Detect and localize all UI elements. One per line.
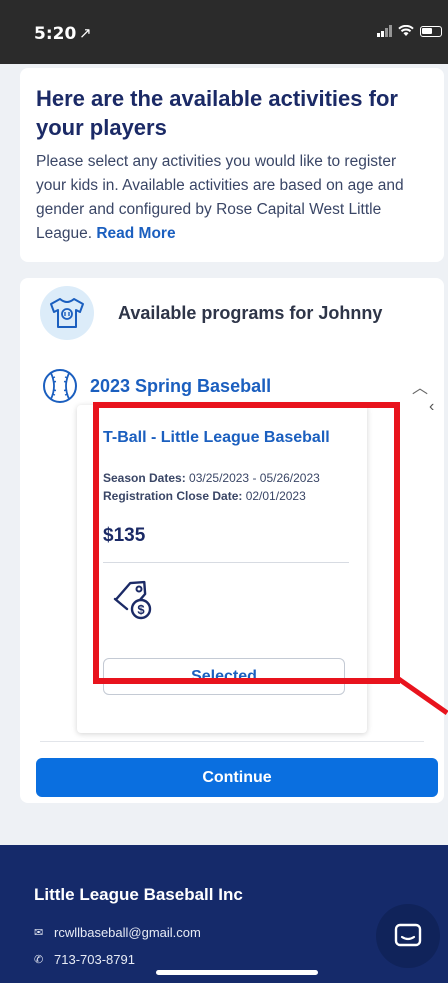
footer-email-row[interactable]: ✉ rcwllbaseball@gmail.com	[34, 925, 201, 940]
intro-text: Please select any activities you would l…	[36, 153, 404, 242]
shirt-icon	[40, 286, 94, 340]
price-tag-icon: $	[111, 577, 159, 626]
programs-heading: Available programs for Johnny	[118, 302, 383, 323]
page-title: Here are the available activities for yo…	[36, 86, 398, 140]
baseball-icon	[38, 368, 82, 404]
programs-card: Available programs for Johnny 2023 Sprin…	[20, 278, 444, 803]
activity-price: $135	[103, 525, 146, 546]
phone-icon: ✆	[34, 954, 44, 966]
status-time: 5:20	[34, 24, 77, 44]
chat-button[interactable]	[376, 904, 440, 968]
activity-title: T-Ball - Little League Baseball	[103, 429, 330, 446]
intro-card: Here are the available activities for yo…	[20, 68, 444, 262]
section-divider	[40, 741, 424, 742]
season-toggle[interactable]: 2023 Spring Baseball	[38, 368, 271, 404]
footer-phone[interactable]: 713-703-8791	[54, 952, 135, 967]
footer-phone-row[interactable]: ✆ 713-703-8791	[34, 952, 135, 967]
programs-header: Available programs for Johnny	[40, 286, 382, 340]
season-dates-value: 03/25/2023 - 05/26/2023	[189, 471, 320, 485]
season-dates-label: Season Dates:	[103, 471, 186, 485]
status-bar: 5:20 ↗	[0, 0, 448, 64]
chevron-left-icon[interactable]: ‹	[429, 398, 434, 416]
season-dates-row: Season Dates: 03/25/2023 - 05/26/2023	[103, 469, 320, 487]
signal-icon	[377, 25, 392, 37]
footer-email[interactable]: rcwllbaseball@gmail.com	[54, 925, 201, 940]
activity-dates: Season Dates: 03/25/2023 - 05/26/2023 Re…	[103, 469, 320, 505]
registration-close-value: 02/01/2023	[245, 489, 306, 503]
selected-button[interactable]: Selected	[103, 658, 345, 695]
registration-close-label: Registration Close Date:	[103, 489, 243, 503]
mail-icon: ✉	[34, 927, 44, 939]
activity-divider	[103, 562, 349, 563]
battery-icon	[420, 25, 442, 37]
status-icons	[377, 25, 442, 37]
registration-close-row: Registration Close Date: 02/01/2023	[103, 487, 320, 505]
footer-org-name: Little League Baseball Inc	[34, 885, 243, 904]
footer: Little League Baseball Inc ✉ rcwllbaseba…	[0, 845, 448, 983]
home-indicator	[156, 970, 318, 975]
svg-text:$: $	[137, 602, 145, 617]
read-more-link[interactable]: Read More	[96, 225, 175, 242]
intro-description: Please select any activities you would l…	[36, 150, 428, 246]
chevron-up-icon[interactable]: ︿	[412, 374, 428, 398]
activity-card[interactable]: T-Ball - Little League Baseball Season D…	[77, 405, 367, 733]
chat-icon	[394, 923, 422, 947]
location-arrow-icon: ↗	[79, 25, 92, 42]
wifi-icon	[398, 25, 414, 36]
continue-button[interactable]: Continue	[36, 758, 438, 797]
season-label: 2023 Spring Baseball	[90, 375, 272, 396]
